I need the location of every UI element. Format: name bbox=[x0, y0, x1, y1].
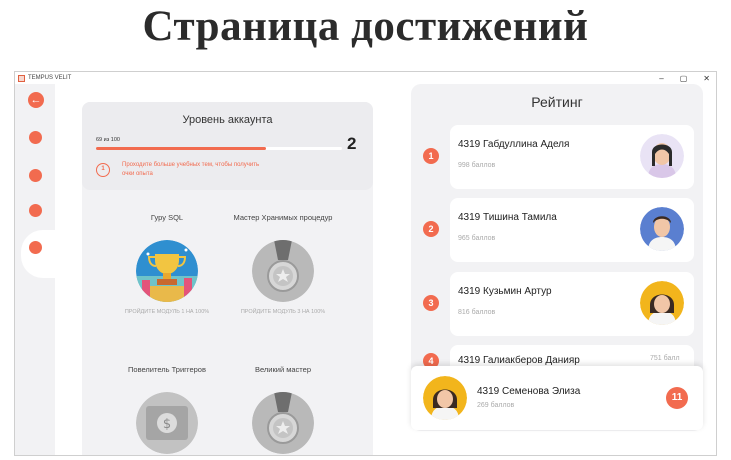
rank-badge: 2 bbox=[423, 221, 439, 237]
account-level-title: Уровень аккаунта bbox=[182, 114, 273, 126]
rating-entry-name: 4319 Кузьмин Артур bbox=[458, 286, 552, 297]
rating-entry-score: 998 баллов bbox=[458, 162, 496, 169]
nav-item-2[interactable] bbox=[29, 169, 42, 182]
avatar bbox=[423, 376, 467, 420]
my-name: 4319 Семенова Элиза bbox=[477, 386, 581, 397]
avatar bbox=[640, 281, 684, 325]
my-score: 269 баллов bbox=[477, 402, 515, 409]
level-progress-fill bbox=[96, 147, 266, 150]
back-button[interactable]: ← bbox=[28, 92, 44, 108]
arrow-left-icon: ← bbox=[30, 94, 42, 106]
hint-text: Проходите больше учебных тем, чтобы полу… bbox=[122, 162, 260, 177]
rank-badge: 1 bbox=[423, 148, 439, 164]
nav-item-1[interactable] bbox=[29, 131, 42, 144]
badge-grand-master[interactable]: Великий мастер bbox=[228, 364, 338, 455]
rating-entry-score: 751 балл bbox=[650, 355, 680, 362]
app-logo-icon bbox=[18, 74, 25, 82]
badge-note: ПРОЙДИТЕ МОДУЛЬ 1 НА 100% bbox=[124, 309, 210, 315]
rating-entry-score: 965 баллов bbox=[458, 235, 496, 242]
avatar bbox=[640, 134, 684, 178]
badge-note: ПРОЙДИТЕ МОДУЛЬ 3 НА 100% bbox=[240, 309, 326, 315]
window-title: TEMPUS VELIT bbox=[28, 75, 72, 81]
badge-title: Повелитель Триггеров bbox=[128, 365, 206, 374]
level-progress-text: 69 из 100 bbox=[96, 137, 120, 143]
nav-item-4-active[interactable] bbox=[29, 241, 42, 254]
trophy-icon bbox=[136, 240, 198, 302]
my-rank-badge: 11 bbox=[666, 387, 688, 409]
medal-icon bbox=[252, 240, 314, 302]
money-icon: $ bbox=[136, 392, 198, 454]
badge-title: Великий мастер bbox=[254, 365, 311, 374]
hint-icon: 1 bbox=[96, 163, 110, 177]
rating-entry-name: 4319 Галиакберов Данияр bbox=[458, 355, 580, 366]
minimize-button[interactable]: – bbox=[659, 74, 663, 83]
account-level-number: 2 bbox=[347, 134, 357, 153]
account-level-card: Уровень аккаунта 69 из 100 2 1 Проходите… bbox=[82, 102, 373, 190]
badge-title: Гуру SQL bbox=[150, 213, 184, 222]
title-bar: TEMPUS VELIT – ▢ ✕ bbox=[15, 72, 716, 84]
sidebar-nav: ← bbox=[15, 84, 55, 455]
level-progress-bar bbox=[96, 147, 342, 150]
badge-title: Мастер Хранимых процедур bbox=[233, 213, 333, 222]
nav-item-3[interactable] bbox=[29, 204, 42, 217]
badge-guru-sql[interactable]: Гуру SQL ПРОЙДИТЕ МОДУЛЬ 1 НА 100% bbox=[112, 212, 222, 317]
close-button[interactable]: ✕ bbox=[703, 74, 710, 83]
rating-title: Рейтинг bbox=[531, 94, 583, 110]
window-controls: – ▢ ✕ bbox=[659, 72, 710, 84]
nav-active-tab bbox=[21, 230, 55, 278]
rank-badge: 3 bbox=[423, 295, 439, 311]
rating-entry-score: 816 баллов bbox=[458, 309, 496, 316]
rating-entry[interactable]: 4319 Кузьмин Артур 816 баллов bbox=[450, 272, 694, 336]
svg-text:$: $ bbox=[163, 417, 171, 432]
rating-entry-name: 4319 Тишина Тамила bbox=[458, 212, 557, 223]
page-heading: Страница достижений bbox=[142, 3, 589, 50]
badge-stored-procedures[interactable]: Мастер Хранимых процедур ПРОЙДИТЕ МОДУЛЬ… bbox=[228, 212, 338, 317]
rating-entry[interactable]: 4319 Тишина Тамила 965 баллов bbox=[450, 198, 694, 262]
account-panel: Уровень аккаунта 69 из 100 2 1 Проходите… bbox=[82, 102, 373, 455]
rating-entry-name: 4319 Габдуллина Аделя bbox=[458, 139, 570, 150]
app-window: TEMPUS VELIT – ▢ ✕ ← Уровень аккаунта 69… bbox=[14, 71, 717, 456]
my-rating-card[interactable]: 4319 Семенова Элиза 269 баллов 11 bbox=[411, 366, 703, 430]
rating-entry[interactable]: 4319 Габдуллина Аделя 998 баллов bbox=[450, 125, 694, 189]
avatar bbox=[640, 207, 684, 251]
maximize-button[interactable]: ▢ bbox=[680, 74, 688, 83]
medal-icon bbox=[252, 392, 314, 454]
badge-triggers[interactable]: Повелитель Триггеров $ bbox=[112, 364, 222, 455]
